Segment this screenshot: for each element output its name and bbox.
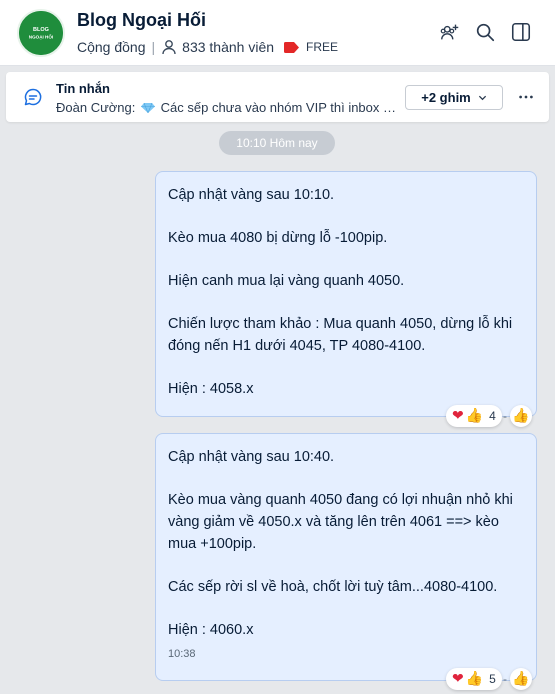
diamond-icon — [141, 103, 156, 113]
avatar-text-2: NGOẠI HỐI — [29, 34, 53, 40]
pinned-message-bar[interactable]: Tin nhắn Đoàn Cường: Các sếp chưa vào nh… — [6, 72, 549, 122]
heart-icon: ❤ — [452, 408, 464, 424]
reaction-separator: - — [503, 409, 507, 423]
chat-header: BLOG NGOẠI HỐI Blog Ngoại Hối Cộng đồng … — [0, 0, 555, 66]
message-time: 10:38 — [168, 648, 196, 660]
reaction-separator: - — [503, 672, 507, 686]
thumbs-up-icon: 👍 — [465, 408, 484, 424]
group-title[interactable]: Blog Ngoại Hối — [77, 10, 206, 31]
message-line: Hiện canh mua lại vàng quanh 4050. — [168, 273, 405, 289]
sidebar-toggle-icon — [511, 22, 531, 42]
free-label: FREE — [306, 40, 339, 54]
sidebar-toggle-button[interactable] — [509, 20, 533, 44]
add-member-button[interactable] — [438, 20, 462, 44]
reaction-count: 4 — [489, 409, 496, 423]
more-options-button[interactable] — [514, 85, 538, 109]
message-bubble[interactable]: Cập nhật vàng sau 10:40. Kèo mua vàng qu… — [155, 433, 537, 681]
message-line: Hiện : 4060.x — [168, 622, 254, 638]
thumbs-up-icon: 👍 — [465, 671, 484, 687]
date-separator: 10:10 Hôm nay — [219, 131, 335, 155]
pinned-sender: Đoàn Cường: — [56, 100, 136, 115]
subline-separator: | — [151, 39, 156, 55]
message-line: Các sếp rời sl về hoà, chốt lời tuỳ tâm.… — [168, 579, 498, 595]
add-reaction-button[interactable]: 👍 — [510, 405, 532, 427]
thumbs-up-icon: 👍 — [512, 408, 530, 424]
message-line: Kèo mua vàng quanh 4050 đang có lợi nhuậ… — [168, 492, 513, 552]
avatar-text-1: BLOG — [33, 27, 49, 33]
message-bubble[interactable]: Cập nhật vàng sau 10:10. Kèo mua 4080 bị… — [155, 171, 537, 417]
chevron-down-icon — [478, 95, 486, 101]
group-avatar[interactable]: BLOG NGOẠI HỐI — [17, 9, 65, 57]
community-label: Cộng đồng — [77, 39, 146, 55]
reactions-summary[interactable]: ❤ 👍 5 — [446, 668, 502, 690]
message-line: Cập nhật vàng sau 10:40. — [168, 449, 335, 465]
message-line: Chiến lược tham khảo : Mua quanh 4050, d… — [168, 316, 513, 354]
members-count[interactable]: 833 thành viên — [182, 39, 274, 55]
pinned-title: Tin nhắn — [56, 81, 110, 96]
message-line: Cập nhật vàng sau 10:10. — [168, 187, 335, 203]
pinned-text: Các sếp chưa vào nhóm VIP thì inbox za..… — [160, 100, 400, 115]
add-member-icon — [440, 24, 459, 40]
pins-button-label: +2 ghim — [421, 90, 471, 105]
message-bubble-icon — [24, 88, 42, 106]
reactions-summary[interactable]: ❤ 👍 4 — [446, 405, 502, 427]
reaction-count: 5 — [489, 672, 496, 686]
message-line: Kèo mua 4080 bị dừng lỗ -100pip. — [168, 230, 388, 246]
pinned-preview: Đoàn Cường: Các sếp chưa vào nhóm VIP th… — [56, 100, 400, 115]
group-subline: Cộng đồng | 833 thành viên FREE — [77, 38, 338, 56]
pins-dropdown-button[interactable]: +2 ghim — [405, 85, 503, 110]
member-icon — [162, 40, 176, 55]
free-tag-icon — [284, 41, 300, 53]
more-dots-icon — [519, 95, 533, 99]
thumbs-up-icon: 👍 — [512, 671, 530, 687]
search-button[interactable] — [473, 20, 497, 44]
search-icon — [476, 23, 495, 42]
message-line: Hiện : 4058.x — [168, 381, 254, 397]
add-reaction-button[interactable]: 👍 — [510, 668, 532, 690]
heart-icon: ❤ — [452, 671, 464, 687]
